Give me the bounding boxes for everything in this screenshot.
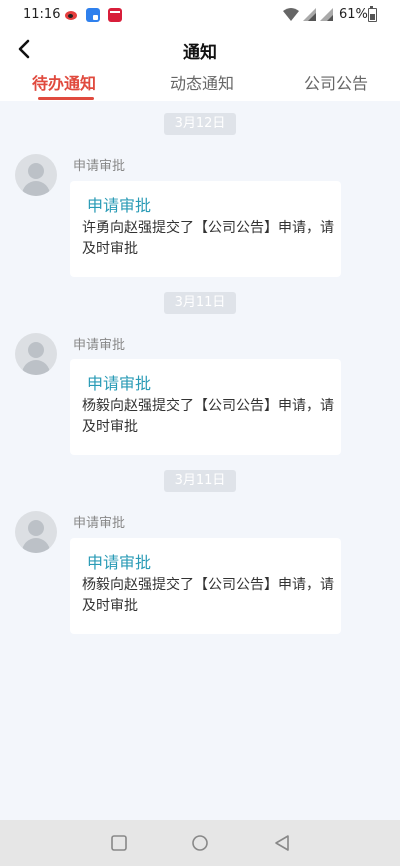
avatar-placeholder-icon <box>15 333 57 375</box>
page-title: 通知 <box>183 43 217 63</box>
avatar-placeholder-icon <box>15 154 57 196</box>
message-card-title: 申请审批 <box>87 196 152 215</box>
message-sender: 申请审批 <box>73 159 126 174</box>
signal-2-icon <box>320 8 333 21</box>
battery-icon <box>368 6 377 22</box>
weibo-notification-icon <box>64 8 78 22</box>
tab-activity-notifications[interactable]: 动态通知 <box>170 70 234 94</box>
signal-icon <box>303 8 316 21</box>
nav-recents-icon[interactable] <box>108 832 130 854</box>
message-card-body: 杨毅向赵强提交了【公司公告】申请，请及时审批 <box>82 577 334 614</box>
tab-company-announcements[interactable]: 公司公告 <box>304 70 368 94</box>
date-badge: 3月11日 <box>164 292 236 314</box>
message-card[interactable]: 申请审批 杨毅向赵强提交了【公司公告】申请，请及时审批 <box>70 359 341 455</box>
message-card-body: 杨毅向赵强提交了【公司公告】申请，请及时审批 <box>82 398 334 435</box>
date-badge: 3月12日 <box>164 113 236 135</box>
active-tab-indicator <box>38 97 94 100</box>
status-time: 11:16 <box>23 7 61 22</box>
date-badge: 3月11日 <box>164 470 236 492</box>
message-card[interactable]: 申请审批 杨毅向赵强提交了【公司公告】申请，请及时审批 <box>70 538 341 634</box>
message-card[interactable]: 申请审批 许勇向赵强提交了【公司公告】申请，请及时审批 <box>70 181 341 277</box>
avatar-placeholder-icon <box>15 511 57 553</box>
status-bar: 11:16 61% <box>0 0 400 30</box>
wifi-icon <box>283 8 299 21</box>
message-card-body: 许勇向赵强提交了【公司公告】申请，请及时审批 <box>82 220 334 257</box>
battery-percent: 61% <box>339 7 368 22</box>
message-sender: 申请审批 <box>73 516 126 531</box>
system-navigation-bar <box>0 820 400 866</box>
tab-pending-notifications[interactable]: 待办通知 <box>32 70 96 94</box>
nav-back-icon[interactable] <box>271 832 293 854</box>
tmall-notification-icon <box>108 8 122 22</box>
message-card-title: 申请审批 <box>87 553 152 572</box>
message-sender: 申请审批 <box>73 338 126 353</box>
app-notification-icon <box>86 8 100 22</box>
nav-home-icon[interactable] <box>189 832 211 854</box>
message-card-title: 申请审批 <box>87 374 152 393</box>
